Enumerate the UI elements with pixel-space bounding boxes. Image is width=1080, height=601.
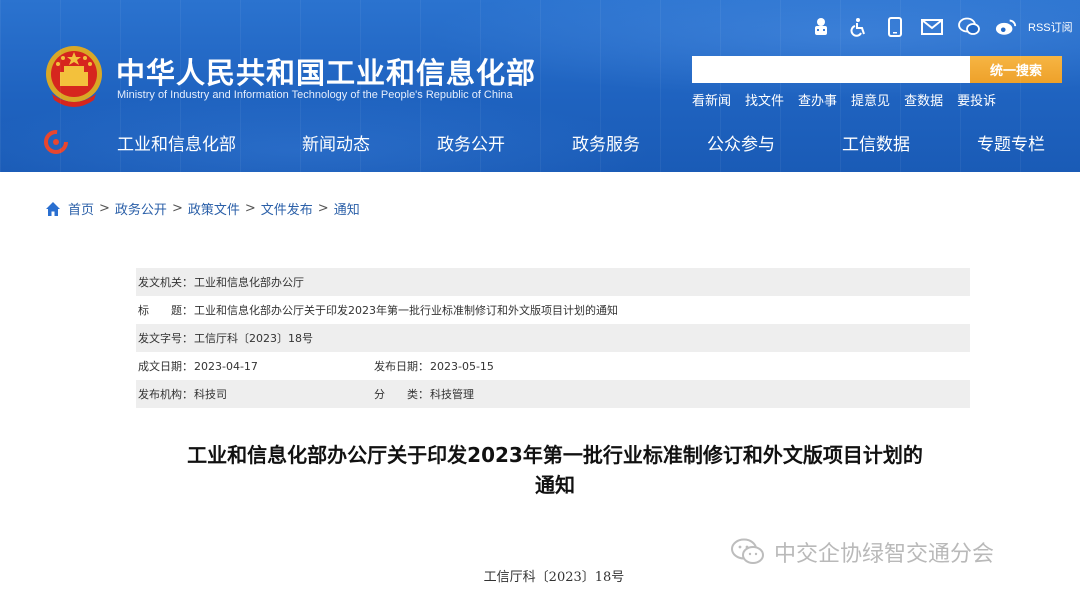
breadcrumb-file-release[interactable]: 文件发布 (261, 199, 313, 218)
docno-label: 发文字号： (138, 332, 193, 345)
created-date-label: 成文日期： (138, 360, 193, 373)
breadcrumb-gov-affairs[interactable]: 政务公开 (115, 199, 167, 218)
docno-value: 工信厅科〔2023〕18号 (194, 332, 313, 345)
published-date-value: 2023-05-15 (430, 359, 494, 373)
info-row-docno: 发文字号： 工信厅科〔2023〕18号 (136, 324, 970, 352)
breadcrumb-separator: > (244, 201, 256, 216)
accessibility-icon[interactable] (847, 16, 869, 38)
article-title-line2: 通知 (535, 473, 575, 497)
category-label: 分 类： (374, 388, 429, 401)
issuer-value: 工业和信息化部办公厅 (194, 276, 304, 289)
issuer-label: 发文机关： (138, 276, 193, 289)
site-header: 中华人民共和国工业和信息化部 Ministry of Industry and … (0, 0, 1080, 172)
breadcrumb-policy-files[interactable]: 政策文件 (188, 199, 240, 218)
nav-item-news[interactable]: 新闻动态 (302, 130, 370, 155)
breadcrumb-separator: > (317, 201, 329, 216)
article-title-line1: 工业和信息化部办公厅关于印发2023年第一批行业标准制修订和外文版项目计划的 (187, 443, 923, 467)
quick-link-feedback[interactable]: 提意见 (851, 90, 890, 109)
nav-item-gov-affairs[interactable]: 政务公开 (437, 130, 505, 155)
breadcrumb: 首页 > 政务公开 > 政策文件 > 文件发布 > 通知 (45, 199, 360, 218)
mail-icon[interactable] (921, 16, 943, 38)
mobile-icon[interactable] (884, 16, 906, 38)
home-icon (46, 201, 60, 216)
info-row-org: 发布机构： 科技司 分 类： 科技管理 (136, 380, 970, 408)
quick-link-complaint[interactable]: 要投诉 (957, 90, 996, 109)
site-subtitle: Ministry of Industry and Information Tec… (117, 89, 513, 101)
info-row-title: 标 题： 工业和信息化部办公厅关于印发2023年第一批行业标准制修订和外文版项目… (136, 296, 970, 324)
rss-link[interactable]: RSS订阅 (1028, 19, 1073, 35)
org-value: 科技司 (194, 388, 227, 401)
search-input[interactable] (692, 56, 970, 83)
watermark: 中交企协绿智交通分会 (730, 536, 994, 568)
category-value: 科技管理 (430, 388, 474, 401)
breadcrumb-separator: > (171, 201, 183, 216)
nav-item-data[interactable]: 工信数据 (842, 130, 910, 155)
quick-link-news[interactable]: 看新闻 (692, 90, 731, 109)
info-row-dates: 成文日期： 2023-04-17 发布日期： 2023-05-15 (136, 352, 970, 380)
national-emblem-icon (46, 46, 102, 107)
wechat-icon[interactable] (958, 16, 980, 38)
watermark-text: 中交企协绿智交通分会 (774, 542, 995, 567)
breadcrumb-home[interactable]: 首页 (68, 199, 94, 218)
org-label: 发布机构： (138, 388, 193, 401)
home-logo-icon[interactable] (44, 130, 68, 154)
nav-item-participation[interactable]: 公众参与 (707, 130, 775, 155)
article-doc-number: 工信厅科〔2023〕18号 (483, 570, 625, 585)
quick-link-files[interactable]: 找文件 (745, 90, 784, 109)
main-nav: 工业和信息化部 新闻动态 政务公开 政务服务 公众参与 工信数据 专题专栏 (0, 122, 1080, 160)
quick-links: 看新闻 找文件 查办事 提意见 查数据 要投诉 (692, 90, 1010, 109)
info-row-issuer: 发文机关： 工业和信息化部办公厅 (136, 268, 970, 296)
nav-item-topics[interactable]: 专题专栏 (977, 130, 1045, 155)
title-label: 标 题： (138, 304, 193, 317)
utility-icons: RSS订阅 (810, 16, 1073, 38)
breadcrumb-separator: > (99, 201, 110, 216)
document-info-table: 发文机关： 工业和信息化部办公厅 标 题： 工业和信息化部办公厅关于印发2023… (136, 268, 970, 408)
nav-item-ministry[interactable]: 工业和信息化部 (117, 130, 236, 155)
article-title: 工业和信息化部办公厅关于印发2023年第一批行业标准制修订和外文版项目计划的 通… (140, 440, 970, 500)
weibo-icon[interactable] (995, 16, 1017, 38)
quick-link-services[interactable]: 查办事 (798, 90, 837, 109)
nav-item-services[interactable]: 政务服务 (572, 130, 640, 155)
breadcrumb-notice[interactable]: 通知 (334, 199, 360, 218)
published-date-label: 发布日期： (374, 360, 429, 373)
robot-icon[interactable] (810, 16, 832, 38)
wechat-watermark-icon (731, 538, 764, 564)
created-date-value: 2023-04-17 (194, 359, 258, 373)
quick-link-data[interactable]: 查数据 (904, 90, 943, 109)
site-title: 中华人民共和国工业和信息化部 (116, 56, 537, 90)
search-button[interactable]: 统一搜索 (970, 56, 1062, 83)
title-value: 工业和信息化部办公厅关于印发2023年第一批行业标准制修订和外文版项目计划的通知 (194, 304, 618, 317)
